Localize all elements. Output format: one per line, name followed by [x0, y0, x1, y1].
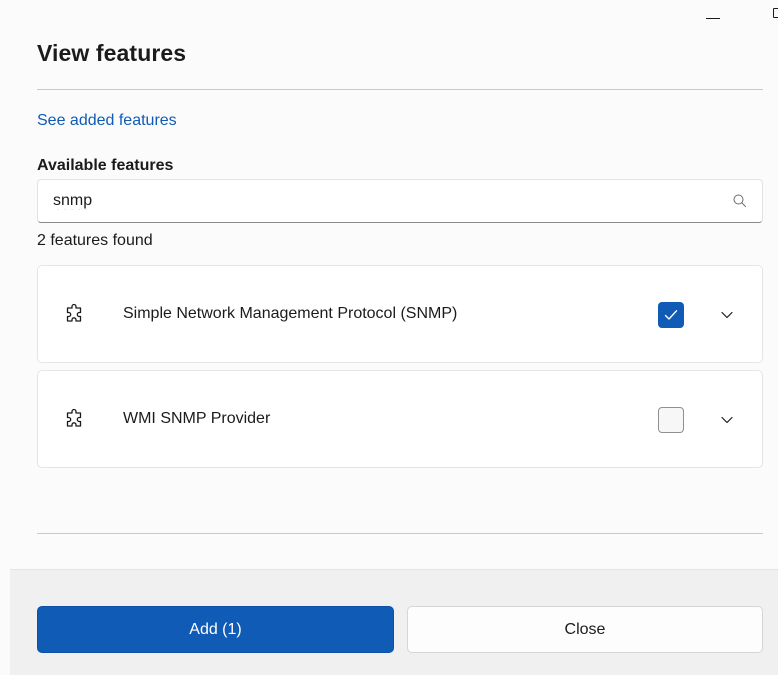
checkmark-icon — [664, 310, 678, 320]
feature-name: Simple Network Management Protocol (SNMP… — [123, 305, 458, 322]
chevron-down-icon[interactable] — [720, 413, 734, 427]
feature-checkbox-checked[interactable] — [658, 302, 684, 328]
search-icon[interactable] — [732, 193, 748, 209]
page-title: View features — [37, 40, 187, 66]
close-button[interactable]: Close — [407, 606, 763, 653]
feature-checkbox-unchecked[interactable] — [658, 407, 684, 433]
view-features-dialog: View features See added features Availab… — [0, 0, 778, 675]
minimize-icon[interactable] — [706, 18, 720, 19]
chevron-down-icon[interactable] — [720, 308, 734, 322]
add-button[interactable]: Add (1) — [37, 606, 394, 653]
result-count: 2 features found — [37, 232, 153, 249]
content-divider — [37, 533, 763, 534]
feature-item-wmi-snmp-provider[interactable]: WMI SNMP Provider — [37, 370, 763, 468]
see-added-features-link[interactable]: See added features — [37, 112, 177, 130]
search-box[interactable] — [37, 179, 763, 223]
puzzle-piece-icon — [66, 303, 82, 322]
search-input[interactable] — [38, 180, 718, 222]
available-features-label: Available features — [37, 157, 174, 174]
dialog-footer: Add (1) Close — [10, 569, 778, 675]
maximize-icon[interactable] — [773, 8, 778, 18]
dialog-content: View features See added features Availab… — [0, 0, 778, 568]
feature-name: WMI SNMP Provider — [123, 410, 271, 427]
feature-item-snmp[interactable]: Simple Network Management Protocol (SNMP… — [37, 265, 763, 363]
header-divider — [37, 89, 763, 90]
puzzle-piece-icon — [66, 408, 82, 427]
